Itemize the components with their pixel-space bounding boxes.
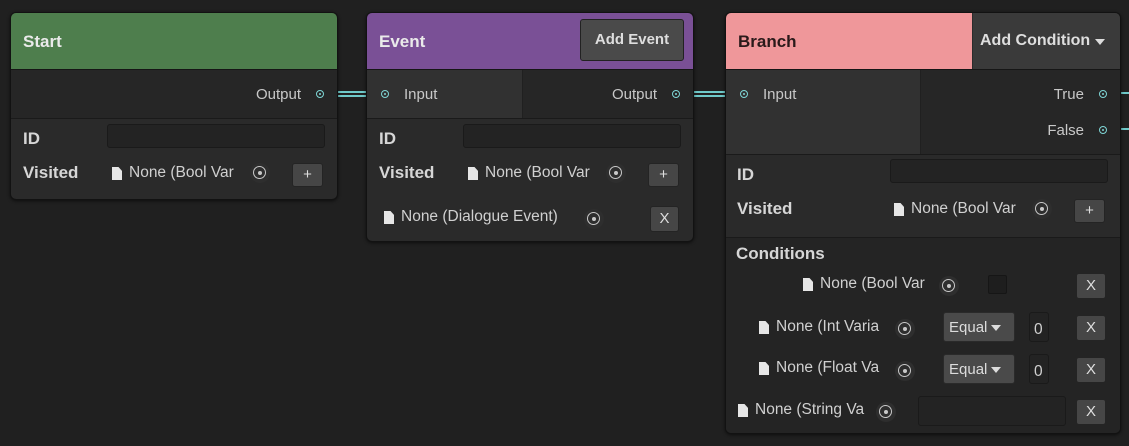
- condition-bool-field[interactable]: None (Bool Var: [796, 271, 964, 297]
- input-port-area: [367, 70, 523, 118]
- object-picker-icon[interactable]: [895, 361, 915, 381]
- conditions-section: Conditions None (Bool Var X None (Int Va…: [726, 237, 1120, 433]
- condition-float-operator[interactable]: Equal: [943, 354, 1015, 384]
- visited-object-value: None (Bool Var: [129, 164, 234, 181]
- object-picker-icon[interactable]: [250, 163, 270, 183]
- condition-float-operator-value: Equal: [949, 361, 988, 378]
- document-icon: [759, 362, 769, 375]
- event-node[interactable]: Event Add Event Input Output ID Visited …: [366, 12, 694, 242]
- object-picker-icon[interactable]: [939, 276, 959, 296]
- condition-string-input[interactable]: [918, 396, 1066, 426]
- document-icon: [384, 211, 394, 224]
- document-icon: [738, 404, 748, 417]
- visited-object-field[interactable]: None (Bool Var: [887, 196, 1055, 222]
- condition-int-operator[interactable]: Equal: [943, 312, 1015, 342]
- condition-int-operator-value: Equal: [949, 319, 988, 336]
- id-label: ID: [737, 165, 754, 184]
- input-port-area: [726, 70, 921, 154]
- add-visited-button[interactable]: +: [648, 163, 679, 187]
- condition-bool-checkbox[interactable]: [988, 275, 1007, 294]
- object-picker-icon[interactable]: [584, 209, 604, 229]
- input-port-icon[interactable]: [381, 90, 389, 98]
- document-icon: [468, 167, 478, 180]
- connection-wire: [336, 91, 370, 93]
- event-ports: Input Output: [367, 70, 693, 119]
- false-port-label: False: [1047, 122, 1084, 139]
- visited-object-field[interactable]: None (Bool Var: [105, 160, 273, 186]
- input-port-label: Input: [763, 86, 797, 103]
- add-visited-button[interactable]: +: [292, 163, 323, 187]
- document-icon: [112, 167, 122, 180]
- start-node-title: Start: [23, 32, 62, 51]
- output-port-icon[interactable]: [672, 90, 680, 98]
- condition-int-number[interactable]: 0: [1029, 312, 1049, 342]
- connection-wire: [336, 95, 370, 97]
- visited-label: Visited: [379, 163, 435, 182]
- condition-string-field[interactable]: None (String Va: [734, 397, 902, 423]
- true-port-icon[interactable]: [1099, 90, 1107, 98]
- condition-float-value: None (Float Va: [776, 359, 880, 376]
- output-port-label: Output: [255, 86, 301, 103]
- branch-node-header[interactable]: Branch Add Condition: [726, 13, 1120, 70]
- add-visited-button[interactable]: +: [1074, 199, 1105, 223]
- start-node[interactable]: Start Output ID Visited None (Bool Var +: [10, 12, 338, 200]
- condition-bool-value: None (Bool Var: [820, 275, 925, 292]
- output-port-label: Output: [611, 86, 657, 103]
- connection-wire: [692, 95, 728, 97]
- false-port-icon[interactable]: [1099, 126, 1107, 134]
- visited-label: Visited: [23, 163, 79, 182]
- dropdown-arrow-icon: [991, 367, 1002, 374]
- branch-node[interactable]: Branch Add Condition Input True False ID…: [725, 12, 1121, 434]
- input-port-icon[interactable]: [740, 90, 748, 98]
- condition-int-value: None (Int Varia: [776, 318, 880, 335]
- id-field[interactable]: [107, 124, 325, 148]
- remove-condition-button[interactable]: X: [1076, 315, 1106, 341]
- object-picker-icon[interactable]: [1032, 199, 1052, 219]
- connection-wire: [692, 91, 728, 93]
- visited-object-value: None (Bool Var: [485, 164, 590, 181]
- true-port-label: True: [1053, 86, 1084, 103]
- conditions-label: Conditions: [736, 244, 825, 263]
- dropdown-arrow-icon: [1095, 39, 1105, 45]
- add-condition-label: Add Condition: [980, 32, 1091, 49]
- object-picker-icon[interactable]: [876, 402, 896, 422]
- dialogue-event-value: None (Dialogue Event): [401, 208, 558, 225]
- document-icon: [803, 278, 813, 291]
- condition-string-value: None (String Va: [755, 401, 865, 418]
- remove-condition-button[interactable]: X: [1076, 357, 1106, 383]
- output-port-icon[interactable]: [316, 90, 324, 98]
- event-node-title: Event: [379, 32, 426, 51]
- add-condition-dropdown[interactable]: Add Condition: [973, 13, 1120, 69]
- branch-node-title: Branch: [738, 32, 797, 51]
- id-label: ID: [23, 129, 40, 148]
- remove-condition-button[interactable]: X: [1076, 273, 1106, 299]
- dialogue-event-field[interactable]: None (Dialogue Event): [377, 204, 607, 230]
- visited-label: Visited: [737, 199, 793, 218]
- remove-condition-button[interactable]: X: [1076, 399, 1106, 425]
- dropdown-arrow-icon: [991, 325, 1002, 332]
- document-icon: [894, 203, 904, 216]
- visited-object-value: None (Bool Var: [911, 200, 1016, 217]
- branch-ports: Input True False: [726, 70, 1120, 155]
- object-picker-icon[interactable]: [895, 319, 915, 339]
- start-node-header[interactable]: Start: [11, 13, 337, 70]
- document-icon: [759, 321, 769, 334]
- event-node-header[interactable]: Event Add Event: [367, 13, 693, 70]
- condition-int-field[interactable]: None (Int Varia: [752, 314, 920, 340]
- id-label: ID: [379, 129, 396, 148]
- start-ports: Output: [11, 70, 337, 119]
- remove-event-button[interactable]: X: [650, 206, 679, 232]
- add-event-button[interactable]: Add Event: [580, 19, 684, 61]
- object-picker-icon[interactable]: [606, 163, 626, 183]
- condition-float-number[interactable]: 0: [1029, 354, 1049, 384]
- input-port-label: Input: [404, 86, 438, 103]
- visited-object-field[interactable]: None (Bool Var: [461, 160, 629, 186]
- id-field[interactable]: [890, 159, 1108, 183]
- condition-float-field[interactable]: None (Float Va: [752, 355, 920, 381]
- id-field[interactable]: [463, 124, 681, 148]
